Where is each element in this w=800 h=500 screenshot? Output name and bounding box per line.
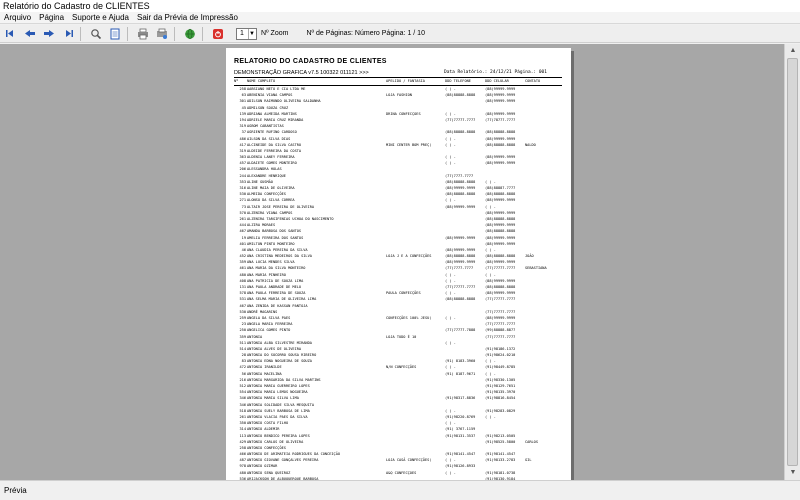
export-button[interactable] (182, 27, 198, 41)
window-title: Relatório do Cadastro de CLIENTES (3, 1, 150, 11)
report-subtitle: DEMONSTRAÇÃO GRAFICA v7.5 100322 011121 … (234, 70, 369, 76)
printer-settings-icon (157, 28, 167, 39)
exit-icon (213, 28, 223, 39)
vertical-scrollbar[interactable]: ▲ ▼ (784, 44, 800, 480)
preview-area[interactable]: RELATORIO DO CADASTRO DE CLIENTES DEMONS… (0, 44, 784, 480)
toolbar-separator (202, 26, 203, 41)
page-count-label: Nº de Páginas: Número Página: 1 / 10 (306, 30, 425, 37)
toolbar: 1 ▼ Nº Zoom Nº de Páginas: Número Página… (0, 25, 800, 43)
arrow-left-icon (25, 30, 35, 37)
header-contact: CONTATO (525, 79, 541, 83)
print-button[interactable] (135, 27, 151, 41)
header-number: Nº (234, 79, 239, 83)
report-page: RELATORIO DO CADASTRO DE CLIENTES DEMONS… (226, 48, 571, 480)
status-bar: Prévia (0, 480, 800, 500)
header-name: NOME COMPLETO (247, 79, 276, 83)
close-preview-button[interactable] (210, 27, 226, 41)
page-setup-button[interactable] (107, 27, 123, 41)
last-page-button[interactable] (60, 27, 76, 41)
report-title: RELATORIO DO CADASTRO DE CLIENTES (234, 58, 387, 65)
page-select-value: 1 (240, 29, 244, 37)
window-title-bar: Relatório do Cadastro de CLIENTES (0, 0, 800, 12)
report-column-headers: Nº NOME COMPLETO APELIDO / FANTASIA DDD … (234, 78, 562, 85)
page-select[interactable]: 1 ▼ (236, 27, 257, 40)
report-date-page: Data Relatório.: 24/12/21 Página.: 001 (444, 70, 547, 75)
first-page-button[interactable] (3, 27, 19, 41)
report-rows: 258 AABSIANO NETO E CIA LTDA ME( ) - (88)9… (234, 86, 562, 480)
scroll-up-icon[interactable]: ▲ (785, 44, 800, 58)
printer-icon (138, 28, 148, 39)
arrow-right-icon (44, 30, 54, 37)
print-setup-button[interactable] (154, 27, 170, 41)
next-page-button[interactable] (41, 27, 57, 41)
zoom-label: Nº Zoom (261, 30, 289, 37)
menu-bar: Arquivo Página Suporte e Ajuda Sair da P… (0, 12, 800, 24)
toolbar-separator (127, 26, 128, 41)
magnifier-icon (91, 28, 102, 39)
zoom-button[interactable] (88, 27, 104, 41)
menu-item-suporte[interactable]: Suporte e Ajuda (72, 12, 129, 23)
globe-icon (185, 28, 195, 39)
scroll-down-icon[interactable]: ▼ (785, 466, 800, 480)
toolbar-separator (174, 26, 175, 41)
page-icon (110, 28, 120, 39)
menu-item-sair[interactable]: Sair da Prévia de Impressão (137, 12, 238, 23)
status-text: Prévia (4, 486, 27, 495)
header-nickname: APELIDO / FANTASIA (386, 79, 425, 83)
previous-page-button[interactable] (22, 27, 38, 41)
last-page-icon (66, 30, 73, 37)
menu-item-pagina[interactable]: Página (39, 12, 64, 23)
scrollbar-thumb[interactable] (787, 58, 798, 466)
first-page-icon (6, 30, 13, 37)
toolbar-separator (80, 26, 81, 41)
chevron-down-icon: ▼ (248, 28, 255, 39)
header-phone: DDD TELEFONE (445, 79, 471, 83)
header-mobile: DDD CELULAR (485, 79, 509, 83)
menu-item-arquivo[interactable]: Arquivo (4, 12, 31, 23)
